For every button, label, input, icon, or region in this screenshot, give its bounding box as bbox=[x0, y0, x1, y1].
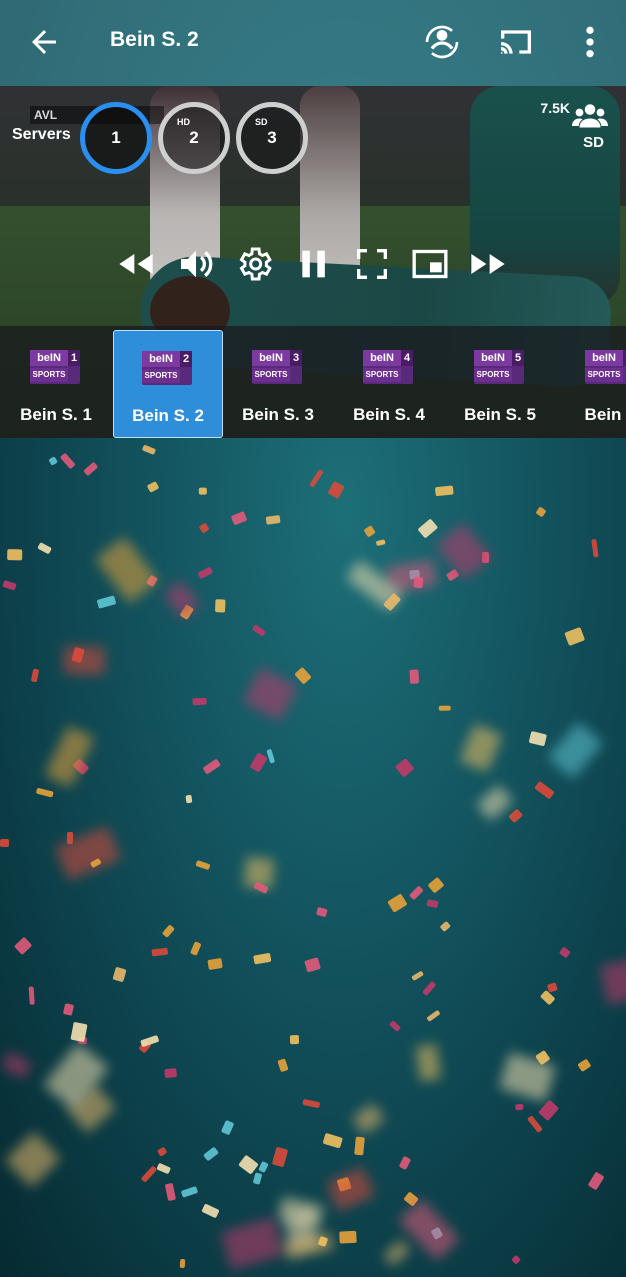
bein-sports-logo: beIN 5 SPORTS bbox=[474, 350, 524, 384]
server-2-button[interactable]: HD 2 bbox=[158, 102, 230, 174]
rewind-icon[interactable] bbox=[114, 244, 158, 284]
people-icon bbox=[572, 104, 608, 128]
channel-item[interactable]: beIN 3 SPORTS Bein S. 3 bbox=[224, 330, 332, 436]
arrow-left-icon[interactable] bbox=[26, 24, 62, 60]
channel-label: Bein S. 3 bbox=[242, 405, 314, 424]
account-switch-icon[interactable] bbox=[422, 22, 462, 62]
channel-item[interactable]: beIN 5 SPORTS Bein S. 5 bbox=[446, 330, 554, 436]
cast-icon[interactable] bbox=[496, 22, 536, 62]
channel-label: Bein S. 4 bbox=[353, 405, 425, 424]
bein-sports-logo: beIN 1 SPORTS bbox=[30, 350, 80, 384]
servers-label: Servers bbox=[12, 126, 71, 143]
bein-sports-logo: beIN 2 SPORTS bbox=[142, 351, 192, 385]
channel-item[interactable]: beIN 4 SPORTS Bein S. 4 bbox=[335, 330, 443, 436]
app-bar: Bein S. 2 bbox=[0, 0, 626, 86]
channel-label: Bein S. 5 bbox=[464, 405, 536, 424]
viewer-count: 7.5K SD bbox=[508, 98, 608, 158]
more-vertical-icon[interactable] bbox=[570, 22, 610, 62]
player-controls bbox=[0, 236, 626, 292]
channel-label: Bein S. 2 bbox=[132, 406, 204, 425]
settings-icon[interactable] bbox=[232, 244, 276, 284]
channel-list[interactable]: beIN 1 SPORTS Bein S. 1 beIN 2 SPORTS Bein S. 2… bbox=[0, 326, 626, 438]
fullscreen-icon[interactable] bbox=[350, 244, 394, 284]
bein-sports-logo: beIN 4 SPORTS bbox=[363, 350, 413, 384]
channel-label: Bein S bbox=[584, 405, 626, 424]
bein-sports-logo: beIN 3 SPORTS bbox=[252, 350, 302, 384]
server-3-button[interactable]: SD 3 bbox=[236, 102, 308, 174]
quality-label[interactable]: SD bbox=[583, 134, 604, 151]
pause-icon[interactable] bbox=[292, 244, 336, 284]
picture-in-picture-icon[interactable] bbox=[408, 244, 452, 284]
server-1-button[interactable]: 1 bbox=[80, 102, 152, 174]
channel-item[interactable]: beIN 1 SPORTS Bein S. 1 bbox=[2, 330, 110, 436]
volume-icon[interactable] bbox=[174, 244, 218, 284]
channel-label: Bein S. 1 bbox=[20, 405, 92, 424]
channel-item[interactable]: beINSPORTS Bein S bbox=[557, 330, 626, 436]
fast-forward-icon[interactable] bbox=[466, 244, 510, 284]
bein-sports-logo: beIN SPORTS bbox=[585, 350, 626, 384]
page-title: Bein S. 2 bbox=[110, 28, 199, 51]
channel-item[interactable]: beIN 2 SPORTS Bein S. 2 bbox=[113, 330, 223, 438]
